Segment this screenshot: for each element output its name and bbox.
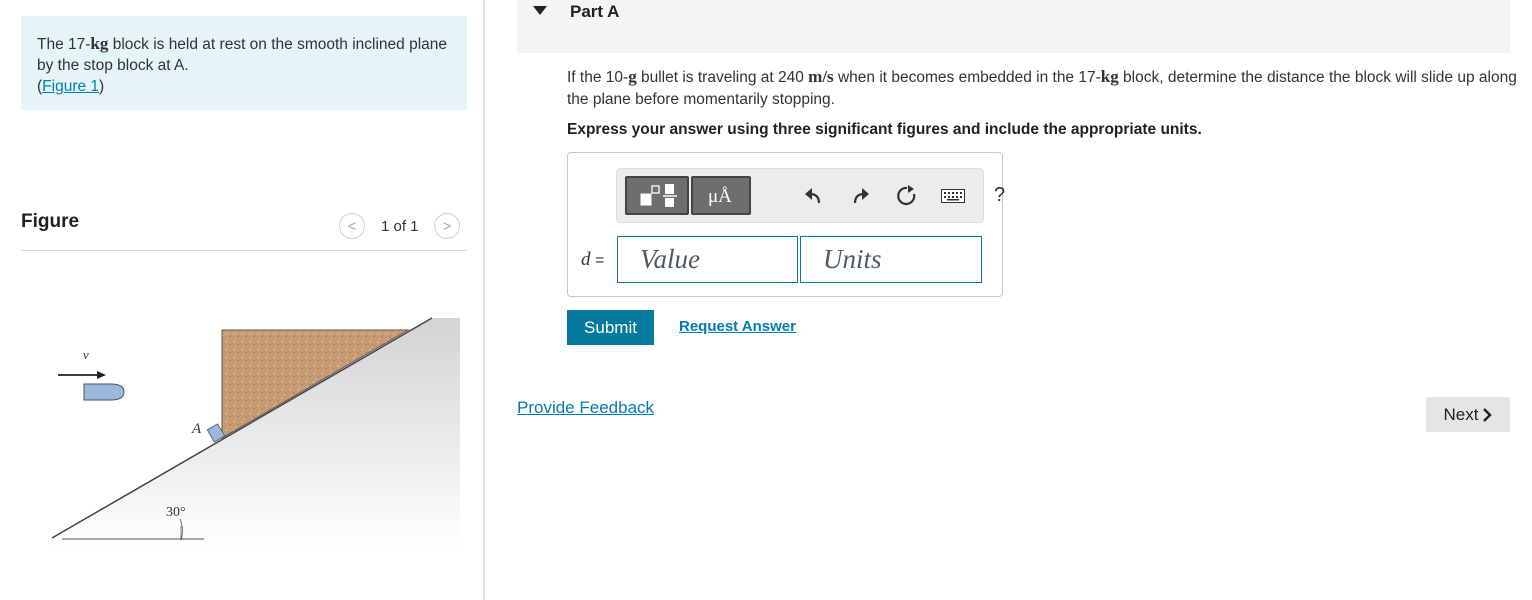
figure-heading: Figure [21,211,80,232]
question-segment: when it becomes embedded in the 17- [833,69,1101,86]
next-figure-button[interactable]: > [434,213,460,239]
next-button[interactable]: Next [1426,397,1510,432]
answer-variable-label: d = [581,249,604,271]
equals-sign: = [590,252,605,269]
problem-text-start: The 17- [37,36,91,53]
submit-button[interactable]: Submit [567,310,654,345]
help-icon[interactable]: ? [994,184,1005,207]
part-header[interactable] [517,0,1510,53]
stop-label: A [191,421,202,437]
units-input[interactable] [800,236,982,283]
math-toolbar: μÅ ? [616,168,1005,223]
mass-unit: kg [90,34,109,53]
undo-icon[interactable] [804,186,824,206]
previous-figure-button[interactable]: < [339,213,365,239]
reset-icon[interactable] [896,185,918,207]
question-segment: bullet is traveling at 240 [636,69,809,86]
unit-meters-per-second: m/s [808,67,834,86]
value-input[interactable] [617,236,798,283]
chevron-right-icon [1483,407,1493,422]
answer-instruction: Express your answer using three signific… [567,121,1202,138]
request-answer-link[interactable]: Request Answer [679,318,796,335]
caret-down-icon[interactable] [533,6,547,15]
next-label: Next [1443,404,1479,424]
answer-variable: d [581,249,591,270]
figure-link[interactable]: Figure 1 [42,78,99,95]
part-title[interactable]: Part A [570,2,619,22]
figure-diagram: A 30° v [51,317,460,550]
angle-label: 30° [166,505,186,520]
unit-kilograms: kg [1100,67,1119,86]
figure-link-paren-close: ) [99,78,105,95]
pane-divider [483,0,485,600]
redo-icon[interactable] [850,186,870,206]
keyboard-icon[interactable] [941,189,965,203]
question-segment: If the 10- [567,69,629,86]
question-text: If the 10-g bullet is traveling at 240 m… [567,66,1517,111]
answer-box: μÅ ? d = [567,152,1005,297]
chevron-left-icon: < [347,217,357,235]
velocity-arrowhead [97,371,106,379]
unit-grams: g [628,67,637,86]
provide-feedback-link[interactable]: Provide Feedback [517,398,654,418]
chevron-right-icon: > [442,217,452,235]
figure-pager-count: 1 of 1 [381,218,419,235]
templates-icon[interactable] [625,176,689,215]
units-glyph: μÅ [708,186,732,207]
velocity-label: v [83,347,89,362]
problem-statement: The 17-kg block is held at rest on the s… [21,16,467,110]
units-icon[interactable]: μÅ [691,176,751,215]
figure-header: Figure < 1 of 1 > [21,208,467,251]
bullet [83,383,125,401]
